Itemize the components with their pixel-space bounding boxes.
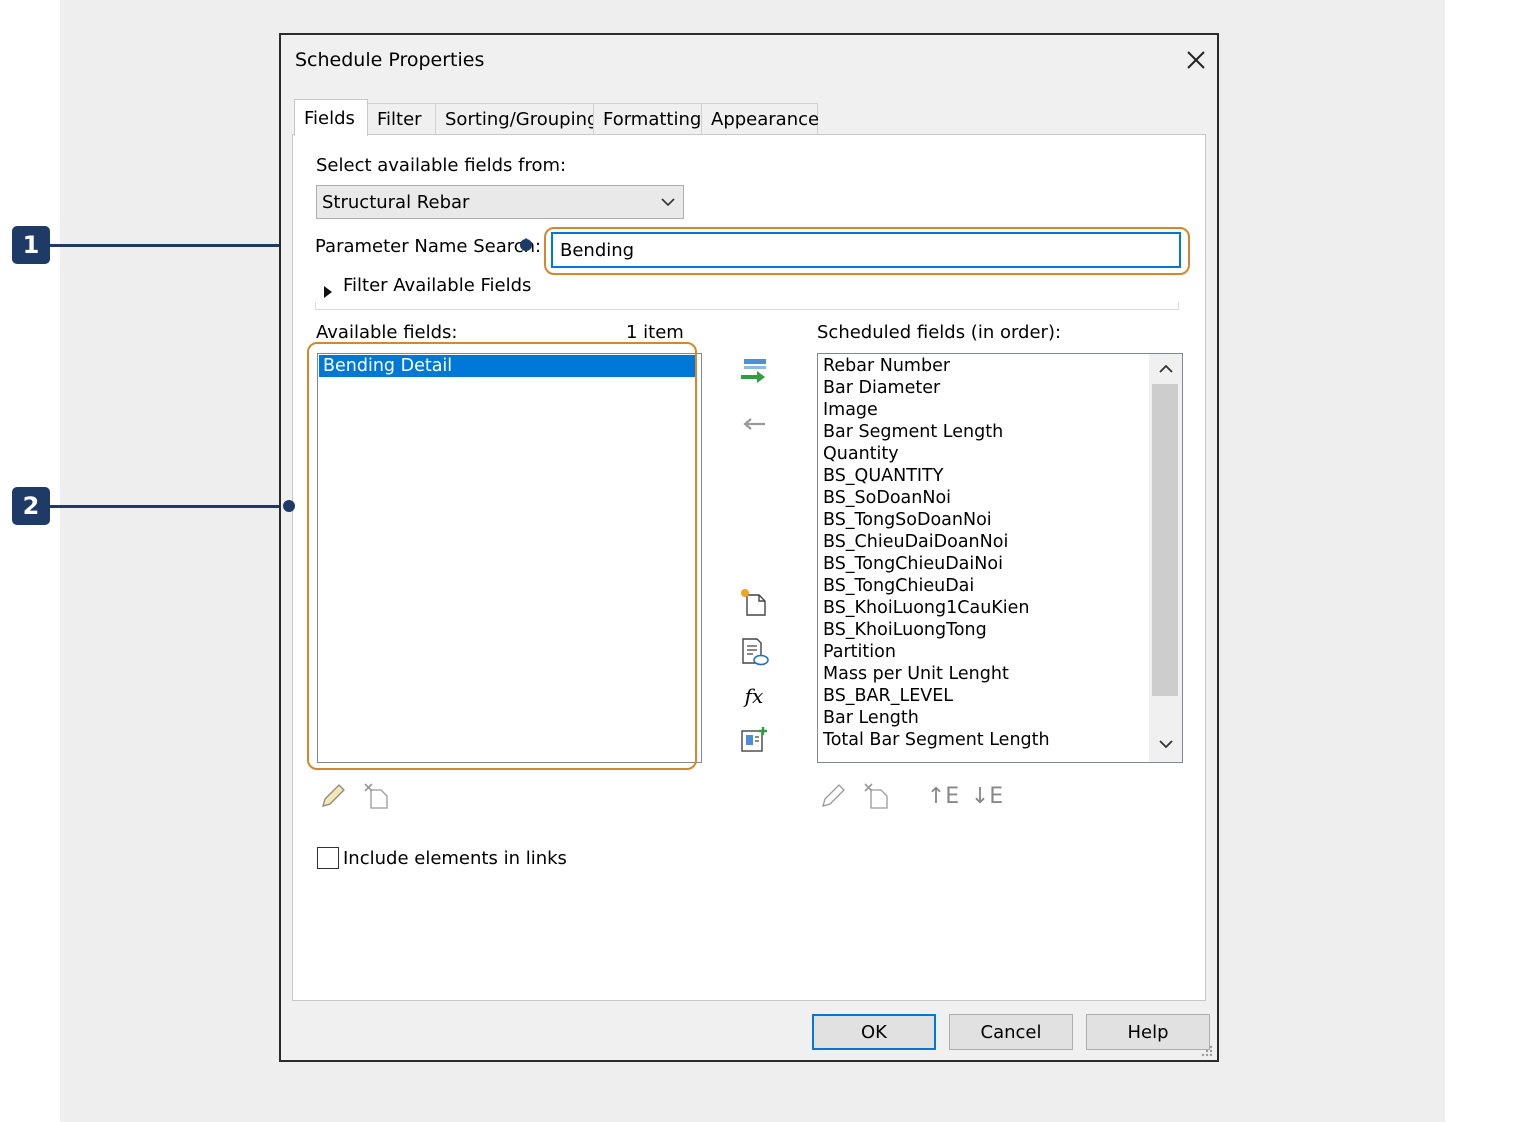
list-item[interactable]: BS_ChieuDaiDoanNoi [819, 531, 1149, 553]
category-value: Structural Rebar [322, 191, 470, 213]
edit-available-button[interactable] [317, 780, 349, 812]
chevron-down-icon [661, 198, 675, 207]
list-item[interactable]: BS_KhoiLuong1CauKien [819, 597, 1149, 619]
tab-formatting[interactable]: Formatting [593, 103, 702, 135]
dialog-title: Schedule Properties [295, 49, 485, 71]
add-to-schedule-icon [741, 359, 766, 383]
available-count: 1 item [626, 322, 684, 343]
include-links-checkbox[interactable] [317, 847, 339, 869]
tab-filter[interactable]: Filter [367, 103, 436, 135]
calculated-parameter-button[interactable]: fx [737, 680, 771, 712]
include-links-label: Include elements in links [343, 848, 567, 869]
list-item[interactable]: BS_TongSoDoanNoi [819, 509, 1149, 531]
close-button[interactable] [1181, 45, 1211, 75]
list-item[interactable]: Rebar Number [819, 355, 1149, 377]
list-item[interactable]: Quantity [819, 443, 1149, 465]
callout-2-dot [283, 500, 295, 512]
document-cloud-icon [742, 638, 769, 666]
add-parameter-button[interactable] [737, 355, 771, 389]
move-down-button[interactable]: ↓E [969, 780, 1005, 812]
list-item[interactable]: BS_TongChieuDaiNoi [819, 553, 1149, 575]
available-fields-label: Available fields: [316, 322, 458, 343]
edit-scheduled-button[interactable] [817, 780, 849, 812]
list-item[interactable]: BS_KhoiLuongTong [819, 619, 1149, 641]
remove-parameter-button[interactable] [737, 409, 771, 439]
list-item[interactable]: Bar Segment Length [819, 421, 1149, 443]
pencil-icon [322, 784, 345, 807]
scrollbar[interactable] [1149, 354, 1182, 762]
callout-2: 2 [12, 487, 50, 525]
move-up-button[interactable]: ↑E [925, 780, 961, 812]
callout-1-dot [520, 239, 532, 251]
search-value: Bending [560, 239, 635, 261]
new-parameter-icon [741, 589, 766, 616]
move-down-icon: ↓E [970, 783, 1004, 809]
list-item[interactable]: Bar Length [819, 707, 1149, 729]
cancel-button[interactable]: Cancel [949, 1014, 1073, 1050]
list-item[interactable]: Bar Diameter [819, 377, 1149, 399]
fields-panel: Select available fields from: Structural… [292, 134, 1206, 1001]
list-item[interactable]: BS_QUANTITY [819, 465, 1149, 487]
parameter-search-input[interactable]: Bending [551, 232, 1181, 268]
resize-grip-icon[interactable] [1199, 1043, 1213, 1057]
callout-2-line [50, 505, 286, 508]
pencil-icon [822, 784, 845, 807]
combine-parameters-button[interactable] [737, 723, 771, 757]
filter-available-fields-toggle[interactable]: Filter Available Fields [315, 275, 1179, 311]
new-parameter-button[interactable] [737, 585, 771, 619]
filter-group-frame [315, 302, 1179, 310]
list-item[interactable]: Mass per Unit Lenght [819, 663, 1149, 685]
expand-triangle-icon [324, 286, 332, 298]
list-item[interactable]: BS_SoDoanNoi [819, 487, 1149, 509]
scheduled-fields-label: Scheduled fields (in order): [817, 322, 1062, 343]
add-calculated-from-file-button[interactable] [737, 635, 771, 669]
delete-available-button[interactable] [361, 780, 393, 812]
list-item[interactable]: Partition [819, 641, 1149, 663]
list-item[interactable]: Total Bar Segment Length [819, 729, 1149, 751]
delete-parameter-icon [864, 783, 888, 809]
available-list-highlight [307, 342, 697, 770]
move-up-icon: ↑E [926, 783, 960, 809]
scroll-down-icon[interactable] [1159, 739, 1173, 749]
select-from-label: Select available fields from: [316, 155, 567, 176]
callout-1: 1 [12, 226, 50, 264]
tab-fields[interactable]: Fields [294, 99, 368, 136]
arrow-left-icon [743, 418, 765, 430]
scheduled-fields-list[interactable]: Rebar Number Bar Diameter Image Bar Segment… [817, 353, 1183, 763]
parameter-search-label: Parameter Name Search: [315, 236, 542, 257]
list-item[interactable]: BS_TongChieuDai [819, 575, 1149, 597]
help-button[interactable]: Help [1086, 1014, 1210, 1050]
scroll-thumb[interactable] [1152, 384, 1178, 696]
ok-button[interactable]: OK [812, 1014, 936, 1050]
scroll-up-icon[interactable] [1159, 364, 1173, 374]
combine-parameters-icon [741, 727, 767, 752]
delete-scheduled-button[interactable] [861, 780, 893, 812]
formula-fx-icon: fx [744, 684, 764, 708]
list-item[interactable]: Image [819, 399, 1149, 421]
tab-appearance[interactable]: Appearance [701, 103, 819, 135]
filter-available-fields-label: Filter Available Fields [343, 275, 532, 296]
tab-sorting-grouping[interactable]: Sorting/Grouping [435, 103, 598, 135]
list-item[interactable]: BS_BAR_LEVEL [819, 685, 1149, 707]
schedule-properties-dialog: Schedule Properties Fields Filter Sortin… [279, 33, 1219, 1062]
category-dropdown[interactable]: Structural Rebar [316, 185, 684, 219]
delete-parameter-icon [364, 783, 388, 809]
close-icon [1187, 51, 1205, 69]
